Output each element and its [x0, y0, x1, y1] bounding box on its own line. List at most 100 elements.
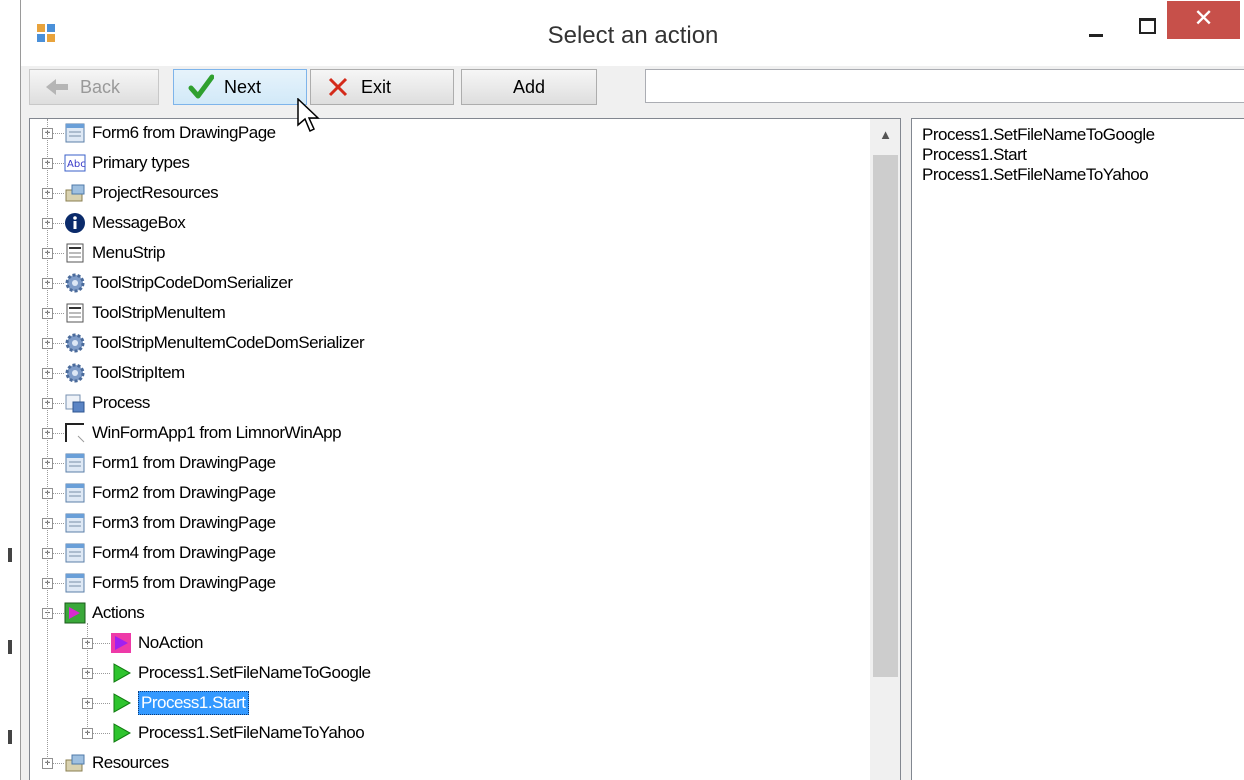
selected-action-item[interactable]: Process1.SetFileNameToGoogle — [922, 125, 1155, 145]
tree-node[interactable]: + MessageBox — [30, 209, 868, 239]
tree-node[interactable]: + Abc Primary types — [30, 149, 868, 179]
tree-node-label: Form6 from DrawingPage — [92, 123, 276, 142]
form-icon — [64, 452, 86, 474]
tree-node[interactable]: + Form5 from DrawingPage — [30, 569, 868, 599]
tree-connector — [53, 523, 64, 524]
tree-scrollbar[interactable]: ▲ — [870, 119, 900, 780]
selected-action-item[interactable]: Process1.SetFileNameToYahoo — [922, 165, 1149, 185]
next-label: Next — [224, 76, 262, 97]
add-button[interactable]: Add — [461, 69, 597, 105]
tree-node[interactable]: + Resources — [30, 749, 868, 779]
tree-node-label: ToolStripItem — [92, 363, 185, 382]
title-bar: Select an action ✕ — [21, 0, 1244, 66]
tree-node[interactable]: + Form6 from DrawingPage — [30, 119, 868, 149]
tree-node[interactable]: + MenuStrip — [30, 239, 868, 269]
tree-node-label: Form4 from DrawingPage — [92, 543, 276, 562]
menu-icon — [64, 302, 86, 324]
edge-mark — [8, 548, 12, 562]
window-icon — [64, 422, 86, 444]
tree-connector — [53, 373, 64, 374]
tree-connector — [53, 403, 64, 404]
tree-node[interactable]: + Process1.SetFileNameToGoogle — [30, 659, 868, 689]
tree-connector — [93, 733, 110, 734]
tree-connector — [53, 433, 64, 434]
tree-connector — [93, 673, 110, 674]
tree-connector — [53, 283, 64, 284]
window-title: Select an action — [547, 22, 719, 49]
tree-connector — [53, 763, 64, 764]
tree-node[interactable]: + Form3 from DrawingPage — [30, 509, 868, 539]
form-icon — [64, 482, 86, 504]
tree-node[interactable]: + ToolStripMenuItem — [30, 299, 868, 329]
tree-node-label: Form3 from DrawingPage — [92, 513, 276, 532]
maximize-button[interactable] — [1133, 12, 1161, 40]
filter-input[interactable] — [645, 69, 1244, 103]
tree-node[interactable]: + Form1 from DrawingPage — [30, 449, 868, 479]
gear-icon — [64, 332, 86, 354]
tree-node[interactable]: + WinFormApp1 from LimnorWinApp — [30, 419, 868, 449]
tree-connector — [53, 613, 64, 614]
actions-icon — [64, 602, 86, 624]
tree-connector — [53, 493, 64, 494]
tree-node[interactable]: + ToolStripMenuItemCodeDomSerializer — [30, 329, 868, 359]
tree-node-label: Form1 from DrawingPage — [92, 453, 276, 472]
tree-node[interactable]: + NoAction — [30, 629, 868, 659]
play-icon — [110, 662, 132, 684]
abc-icon: Abc — [64, 152, 86, 174]
tree-node[interactable]: + Form4 from DrawingPage — [30, 539, 868, 569]
tree-connector — [53, 343, 64, 344]
svg-text:Abc: Abc — [67, 159, 86, 170]
back-button[interactable]: Back — [29, 69, 159, 105]
tree-node-label: Form5 from DrawingPage — [92, 573, 276, 592]
tree-node[interactable]: + Process — [30, 389, 868, 419]
tree-node[interactable]: + Process1.SetFileNameToYahoo — [30, 719, 868, 749]
checkmark-icon — [188, 74, 214, 99]
mouse-cursor-icon — [297, 98, 320, 133]
tree-connector — [87, 623, 88, 733]
form-icon — [64, 122, 86, 144]
next-button[interactable]: Next — [173, 69, 307, 105]
tree-node-label: ProjectResources — [92, 183, 219, 202]
edge-mark — [8, 640, 12, 654]
tree-node-label: WinFormApp1 from LimnorWinApp — [92, 423, 342, 442]
tree-node-label: Process1.SetFileNameToYahoo — [138, 723, 365, 742]
tree-node-label: Resources — [92, 753, 169, 772]
selected-actions-list[interactable]: Process1.SetFileNameToGoogle Process1.Sta… — [911, 118, 1244, 780]
process-icon — [64, 392, 86, 414]
red-x-icon — [328, 77, 348, 97]
form-icon — [64, 512, 86, 534]
tree-node[interactable]: + ToolStripItem — [30, 359, 868, 389]
select-action-window: Select an action ✕ Back Next Exit Add ▲ … — [20, 0, 1244, 780]
tree-connector — [53, 313, 64, 314]
minimize-button[interactable] — [1083, 12, 1111, 40]
tree-node[interactable]: − Actions — [30, 599, 868, 629]
tree-node[interactable]: + ProjectResources — [30, 179, 868, 209]
tree-node[interactable]: + Process1.Start — [30, 689, 868, 719]
tree-node-label: ToolStripCodeDomSerializer — [92, 273, 293, 292]
action-tree[interactable]: ▲ + Form6 from DrawingPage + Abc Primary typ… — [29, 118, 901, 780]
resources-icon — [64, 182, 86, 204]
tree-connector — [47, 119, 48, 763]
tree-node-label: MessageBox — [92, 213, 186, 232]
edge-mark — [8, 730, 12, 744]
close-button[interactable]: ✕ — [1167, 1, 1240, 39]
scroll-thumb[interactable] — [873, 155, 898, 677]
info-icon — [64, 212, 86, 234]
gear-icon — [64, 362, 86, 384]
tree-node-label: Process1.SetFileNameToGoogle — [138, 663, 371, 682]
play-icon — [110, 692, 132, 714]
exit-label: Exit — [361, 76, 392, 97]
tree-node[interactable]: + ToolStripCodeDomSerializer — [30, 269, 868, 299]
tree-node[interactable]: + Form2 from DrawingPage — [30, 479, 868, 509]
form-icon — [64, 542, 86, 564]
noaction-icon — [110, 632, 132, 654]
tree-connector — [53, 193, 64, 194]
tree-node-label: MenuStrip — [92, 243, 165, 262]
play-icon — [110, 722, 132, 744]
exit-button[interactable]: Exit — [310, 69, 454, 105]
back-label: Back — [80, 76, 121, 97]
gear-icon — [64, 272, 86, 294]
scroll-up-icon[interactable]: ▲ — [870, 119, 900, 149]
back-arrow-icon — [46, 79, 68, 95]
selected-action-item[interactable]: Process1.Start — [922, 145, 1027, 165]
